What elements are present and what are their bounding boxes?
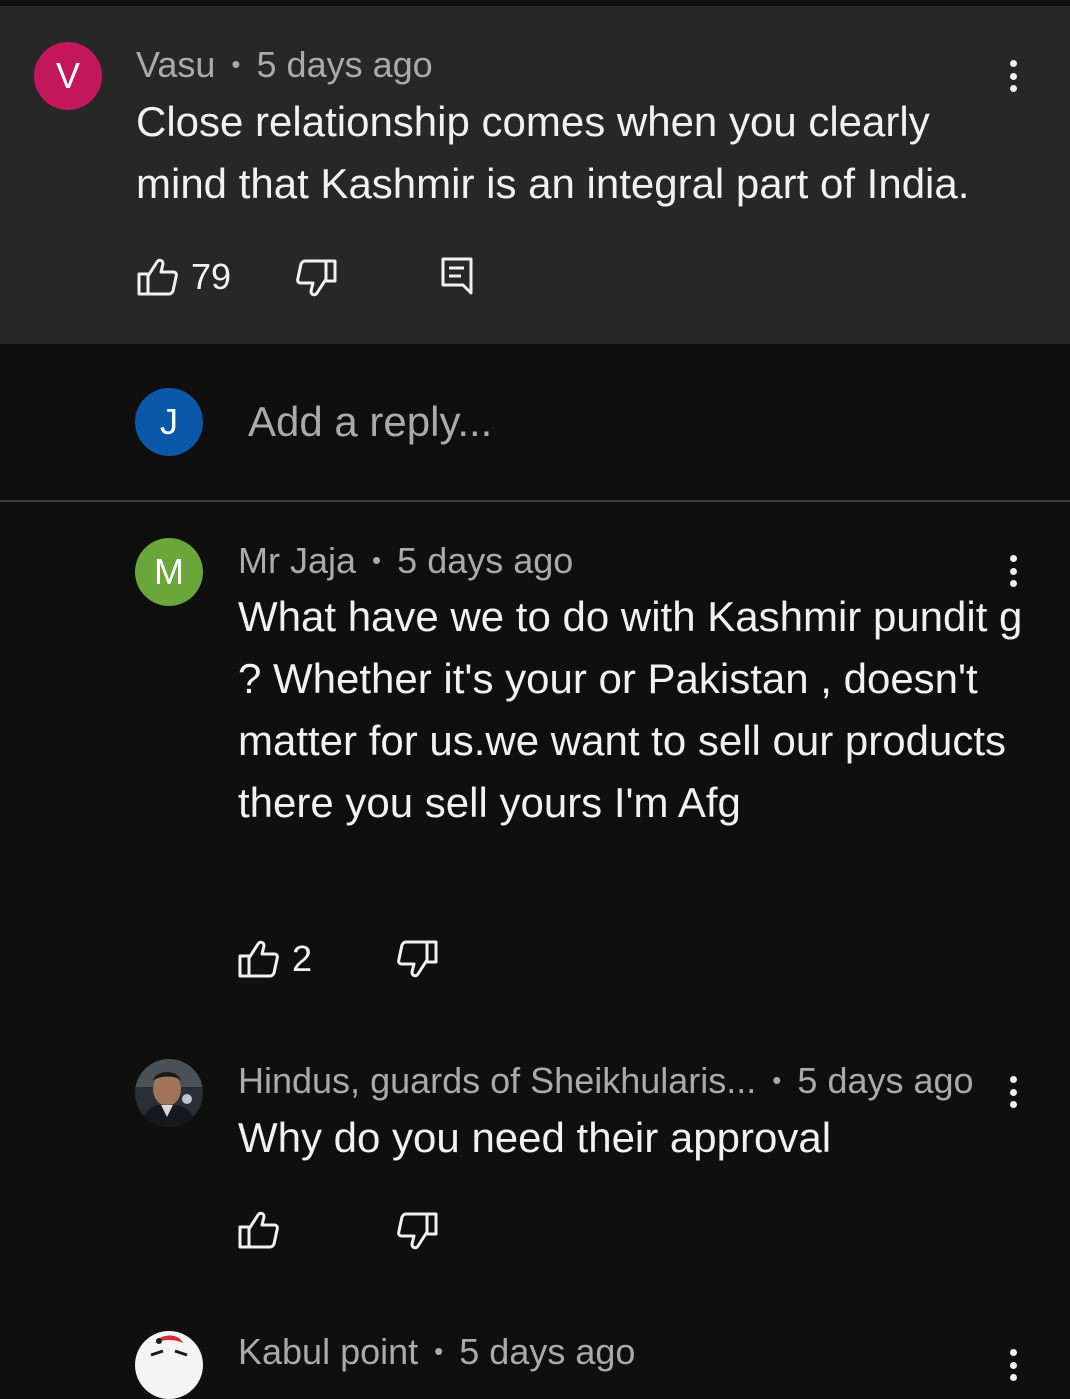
like-button[interactable]: 2 xyxy=(238,938,312,980)
reply-meta: Mr Jaja • 5 days ago xyxy=(238,540,573,582)
dislike-button[interactable] xyxy=(396,939,438,979)
like-button[interactable] xyxy=(238,1210,292,1250)
reply-icon xyxy=(441,257,473,295)
dislike-button[interactable] xyxy=(396,1211,438,1251)
reply-meta: Kabul point • 5 days ago xyxy=(238,1331,635,1373)
thumb-down-icon xyxy=(397,940,438,978)
dislike-button[interactable] xyxy=(295,258,337,298)
author-name[interactable]: Mr Jaja xyxy=(238,540,356,581)
avatar-letter: J xyxy=(160,401,178,442)
reply-text: Why do you need their approval xyxy=(238,1114,832,1161)
meta-separator: • xyxy=(772,1065,782,1095)
timestamp[interactable]: 5 days ago xyxy=(797,1060,973,1101)
like-button[interactable]: 79 xyxy=(137,256,231,298)
comment-meta: Vasu • 5 days ago xyxy=(136,44,433,86)
main-comment: V Vasu • 5 days ago Close relationship c… xyxy=(0,6,1070,344)
timestamp[interactable]: 5 days ago xyxy=(459,1331,635,1372)
avatar[interactable]: M xyxy=(135,538,203,606)
avatar: J xyxy=(135,388,203,456)
thumb-down-icon xyxy=(397,1212,438,1250)
reply-bar: J xyxy=(0,344,1070,502)
avatar[interactable] xyxy=(135,1331,203,1399)
author-name[interactable]: Kabul point xyxy=(238,1331,418,1372)
like-count: 79 xyxy=(191,256,232,297)
meta-separator: • xyxy=(434,1336,444,1366)
reply-button[interactable] xyxy=(440,256,474,296)
avatar-letter: M xyxy=(154,551,184,592)
thumb-up-icon xyxy=(238,1211,279,1249)
author-name[interactable]: Vasu xyxy=(136,44,215,85)
meta-separator: • xyxy=(372,545,382,575)
author-name[interactable]: Hindus, guards of Sheikhularis... xyxy=(238,1060,756,1101)
comment-text: Close relationship comes when you clearl… xyxy=(136,98,970,207)
more-vert-icon[interactable] xyxy=(1003,1072,1023,1112)
timestamp[interactable]: 5 days ago xyxy=(397,540,573,581)
thumb-up-icon xyxy=(238,940,279,978)
reply-meta: Hindus, guards of Sheikhularis... • 5 da… xyxy=(238,1060,974,1102)
avatar[interactable] xyxy=(135,1059,203,1127)
thumb-up-icon xyxy=(137,258,178,296)
more-vert-icon[interactable] xyxy=(1003,551,1023,591)
meta-separator: • xyxy=(231,49,241,79)
reply-text: What have we to do with Kashmir pundit g… xyxy=(238,593,1023,826)
more-vert-icon[interactable] xyxy=(1003,1345,1023,1385)
thumb-down-icon xyxy=(296,259,337,297)
add-reply-input[interactable]: Add a reply... xyxy=(248,398,492,446)
avatar-letter: V xyxy=(55,55,80,96)
more-vert-icon[interactable] xyxy=(1003,56,1023,96)
timestamp[interactable]: 5 days ago xyxy=(257,44,433,85)
avatar[interactable]: V xyxy=(34,42,102,110)
like-count: 2 xyxy=(292,938,313,979)
